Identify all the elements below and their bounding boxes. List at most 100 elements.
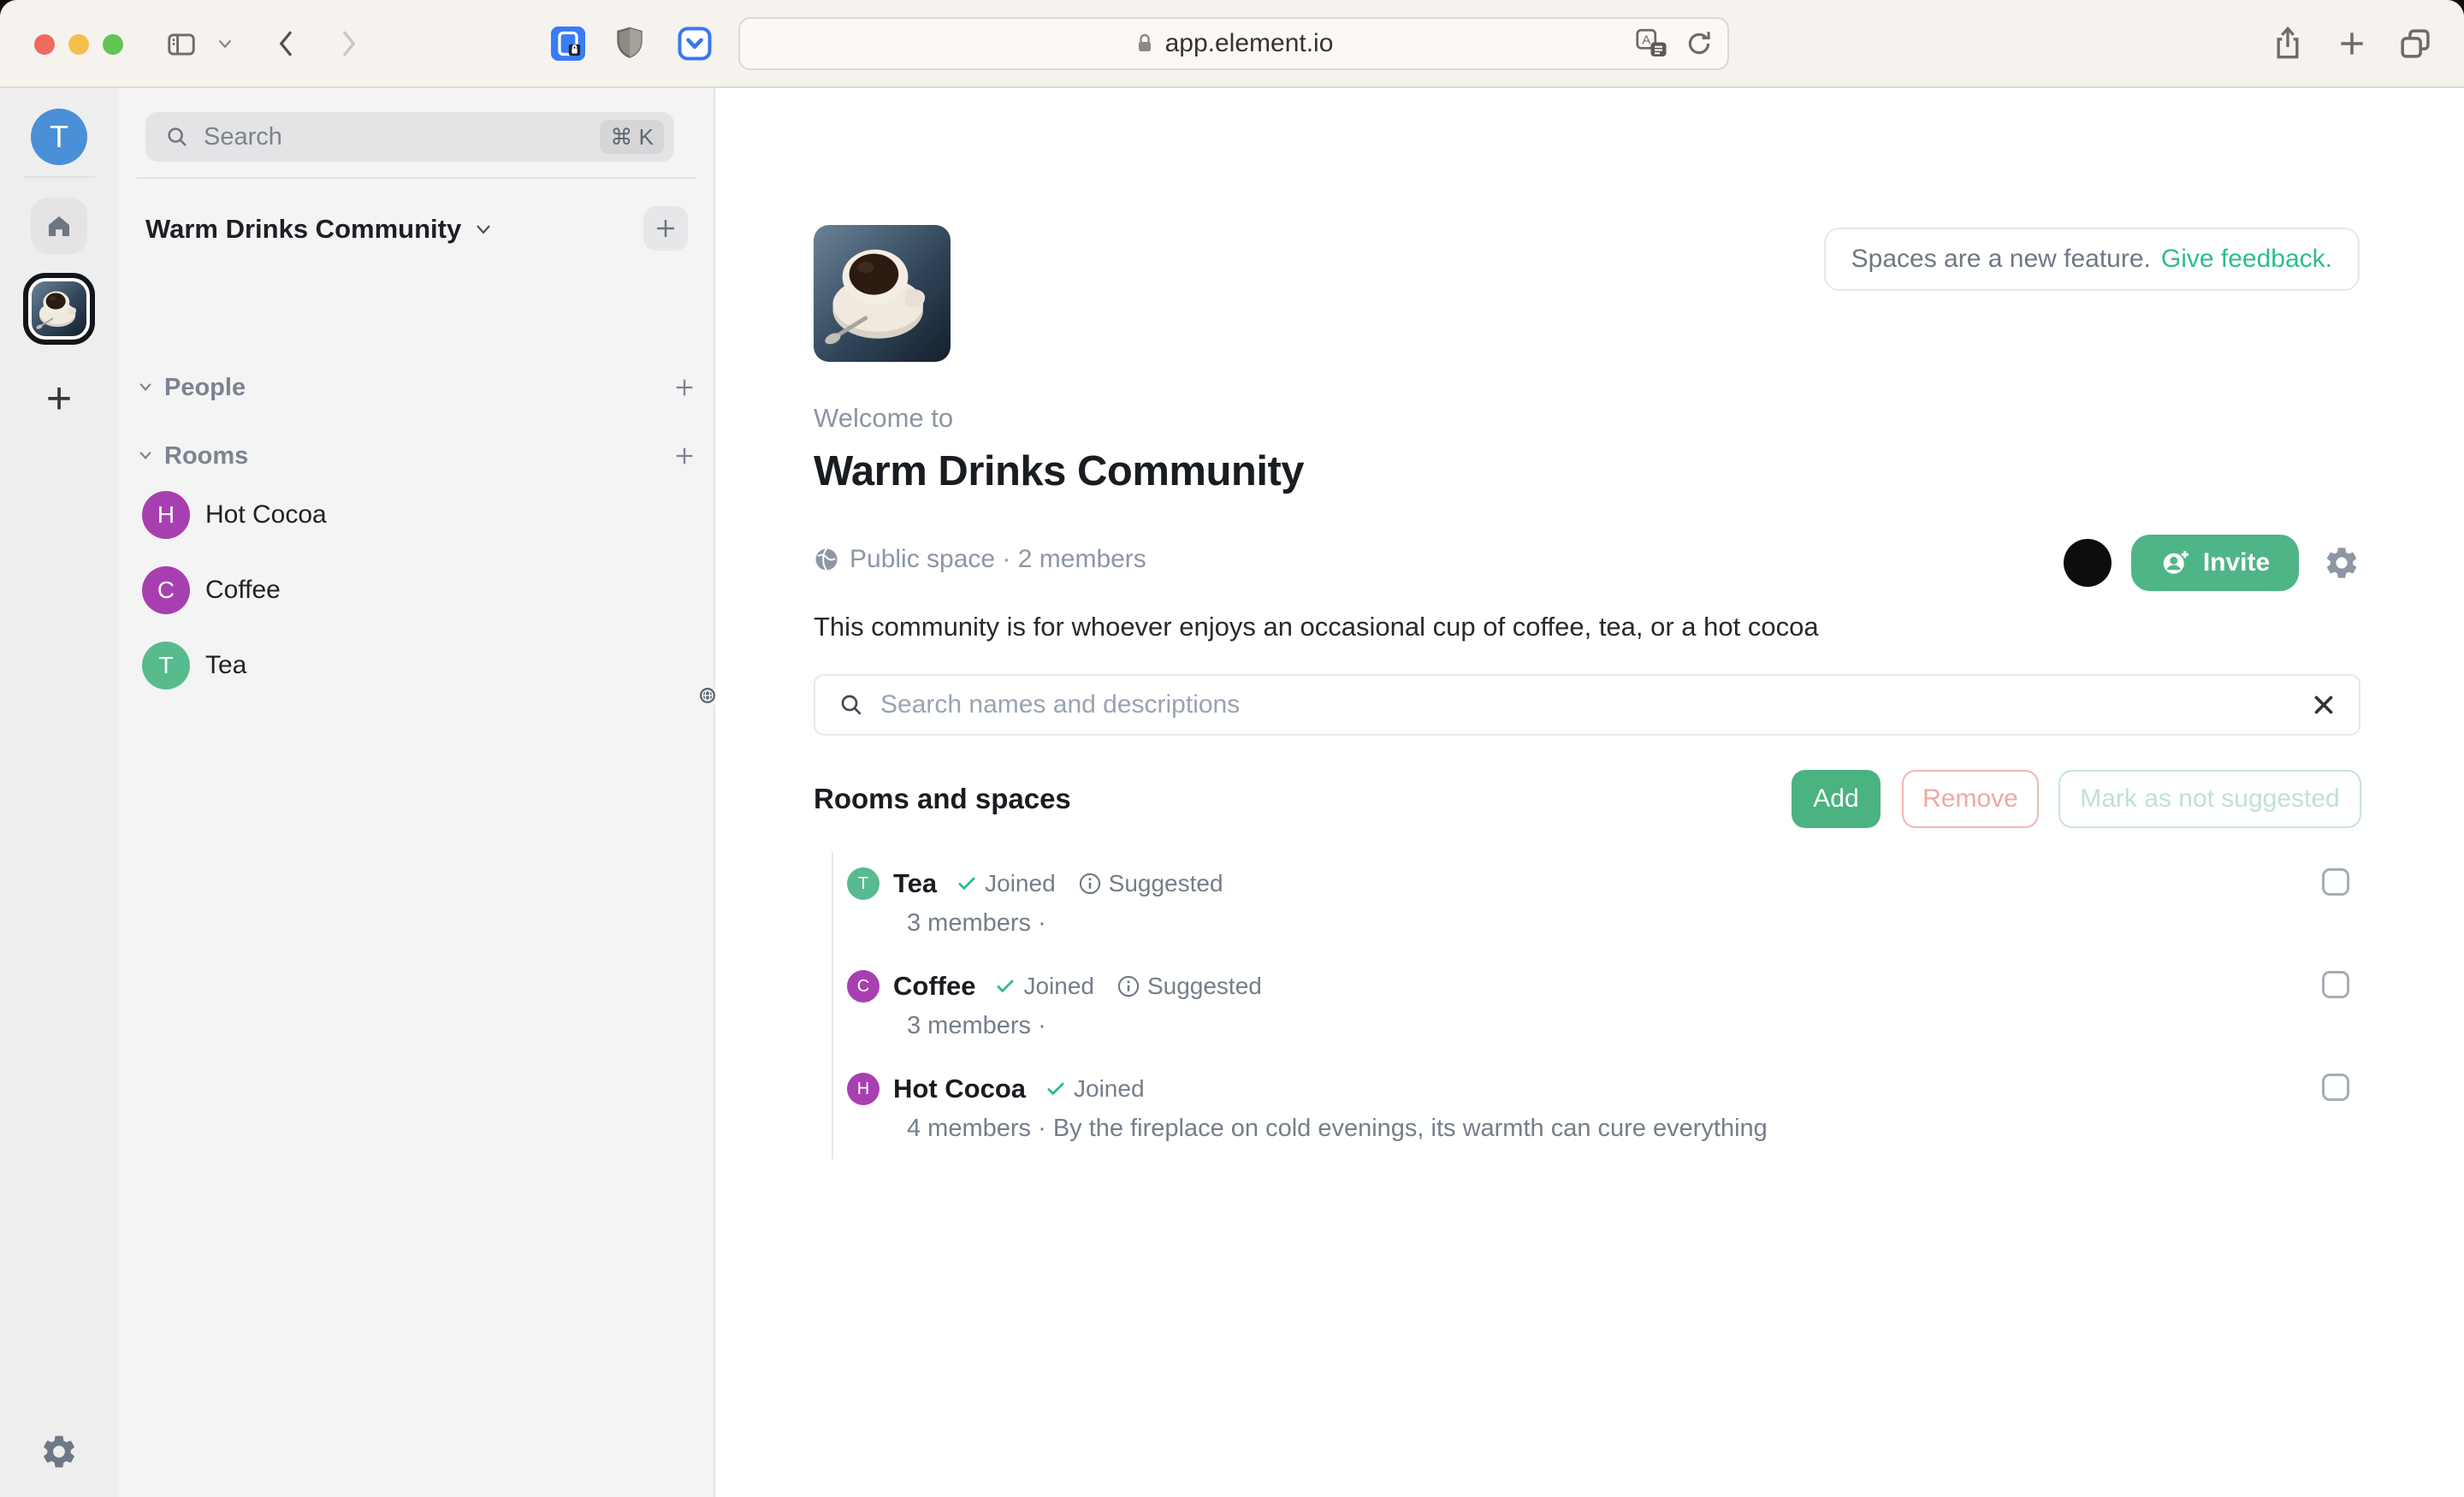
room-name: Coffee [893,971,975,1002]
check-icon [1045,1078,1067,1100]
forward-icon[interactable] [335,26,361,62]
search-placeholder: Search [204,123,600,151]
sidebar-toggle-icon[interactable] [164,28,198,61]
space-rail: T [0,88,118,1497]
space-meta-text: Public space · 2 members [850,545,1146,574]
rail-divider [23,176,95,178]
space-name-label: Warm Drinks Community [145,214,461,245]
settings-button[interactable] [39,1432,79,1471]
chevron-down-icon [137,382,154,393]
space-avatar-selected[interactable] [23,273,95,345]
list-row-tea[interactable]: T Tea Joined Suggested 3 members · [847,851,2363,954]
mark-not-suggested-button[interactable]: Mark as not suggested [2058,770,2361,828]
row-checkbox[interactable] [2322,868,2349,896]
check-icon [994,975,1016,997]
extension-pocket-icon[interactable] [678,27,712,61]
extension-shield-icon[interactable] [614,26,645,62]
user-avatar[interactable]: T [31,109,87,165]
rooms-and-spaces-list: T Tea Joined Suggested 3 members · [832,851,2363,1159]
room-list-panel: Search ⌘ K Warm Drinks Community People [118,88,715,1497]
row-checkbox[interactable] [2322,1074,2349,1101]
gear-icon [2323,544,2360,582]
room-item-coffee[interactable]: C Coffee [118,553,715,628]
invite-button[interactable]: Invite [2131,535,2299,591]
browser-window: app.element.io A [0,0,2464,1497]
new-tab-icon[interactable] [2336,27,2368,60]
element-app: T [0,88,2464,1497]
room-details: 4 members · By the fireplace on cold eve… [907,1115,1768,1143]
room-item-hot-cocoa[interactable]: H Hot Cocoa [118,477,715,553]
tab-overview-icon[interactable] [2397,26,2433,62]
info-icon [1116,974,1140,998]
search-names-field[interactable] [814,674,2360,736]
sidebar-chevron-down-icon[interactable] [216,38,234,51]
search-names-input[interactable] [880,690,2309,719]
back-icon[interactable] [274,26,299,62]
home-icon [44,210,74,241]
room-details: 3 members · [907,1012,1046,1040]
room-list: H Hot Cocoa C Coffee T [118,477,715,703]
room-details: 3 members · [907,909,1046,938]
person-add-icon [2160,547,2191,578]
extension-password-icon[interactable] [551,27,585,61]
room-item-tea[interactable]: T Tea [118,628,715,703]
close-window-button[interactable] [34,34,55,55]
spaces-feature-banner: Spaces are a new feature. Give feedback. [1824,228,2360,291]
room-name: Hot Cocoa [205,500,327,530]
give-feedback-link[interactable]: Give feedback. [2161,245,2332,274]
list-row-hot-cocoa[interactable]: H Hot Cocoa Joined 4 members · By the fi… [847,1056,2363,1159]
translate-icon[interactable]: A [1635,28,1669,59]
section-rooms[interactable]: Rooms [137,439,696,473]
reload-icon[interactable] [1685,27,1714,60]
room-avatar: C [142,566,190,614]
room-name: Tea [205,651,246,680]
joined-label: Joined [1023,973,1094,1000]
plus-icon [653,216,678,241]
add-to-space-button[interactable] [643,206,688,251]
space-description: This community is for whoever enjoys an … [814,612,1819,642]
suggested-label: Suggested [1147,973,1262,1000]
panel-divider [137,177,696,179]
chevron-down-icon [137,450,154,462]
check-icon [956,873,978,895]
room-name: Hot Cocoa [893,1074,1026,1104]
room-avatar: H [847,1073,880,1105]
zoom-window-button[interactable] [103,34,123,55]
svg-text:A: A [1642,33,1650,48]
search-icon [838,691,865,719]
section-people[interactable]: People [137,370,696,405]
remove-button[interactable]: Remove [1902,770,2039,828]
room-avatar: T [847,867,880,900]
browser-toolbar: app.element.io A [0,0,2464,88]
minimize-window-button[interactable] [68,34,89,55]
list-row-coffee[interactable]: C Coffee Joined Suggested 3 members · [847,954,2363,1056]
joined-label: Joined [985,870,1056,897]
space-name-menu[interactable]: Warm Drinks Community [145,206,688,252]
section-rooms-label: Rooms [164,442,672,470]
address-bar[interactable]: app.element.io A [738,17,1729,70]
suggested-label: Suggested [1109,870,1223,897]
room-avatar: H [142,491,190,539]
space-settings-button[interactable] [2323,544,2360,582]
add-room-icon[interactable] [672,444,696,468]
add-people-icon[interactable] [672,376,696,399]
info-icon [1078,872,1102,896]
room-avatar: T [142,642,190,689]
coffee-cup-image[interactable] [814,225,951,362]
search-input[interactable]: Search ⌘ K [145,112,674,162]
space-home: Spaces are a new feature. Give feedback. [715,88,2464,1497]
member-avatar[interactable] [2064,539,2112,587]
row-checkbox[interactable] [2322,971,2349,998]
home-button[interactable] [31,198,87,254]
keyboard-shortcut-badge: ⌘ K [600,120,664,154]
welcome-text: Welcome to [814,403,953,434]
section-people-label: People [164,374,672,402]
add-button[interactable]: Add [1792,770,1881,828]
create-space-button[interactable]: + [31,370,87,427]
url-text: app.element.io [1165,29,1334,58]
close-icon[interactable] [2309,690,2338,719]
gear-icon [39,1432,79,1471]
search-icon [164,124,190,150]
room-avatar: C [847,970,880,1003]
share-icon[interactable] [2271,22,2305,63]
